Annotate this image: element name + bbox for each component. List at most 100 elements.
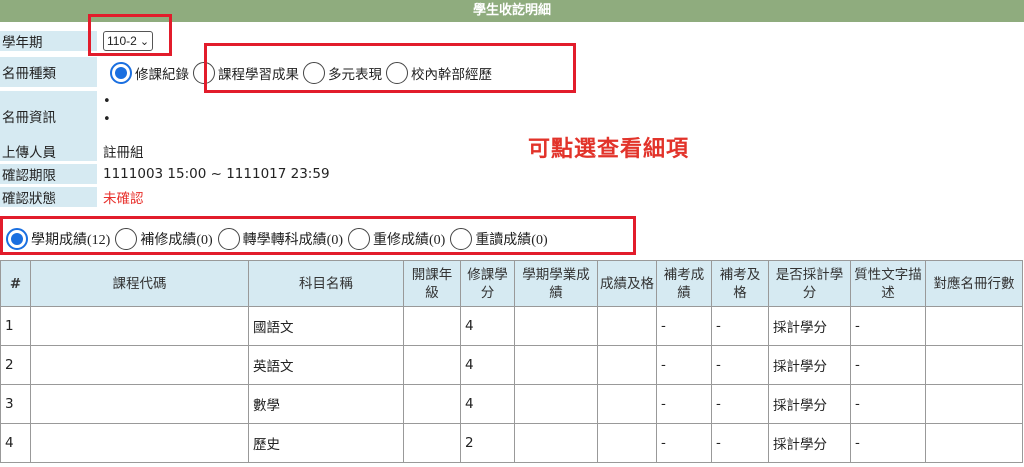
column-header: 學期學業成績 [514,260,598,307]
table-cell [925,306,1023,346]
grade-type-radio-group: 學期成績(12) 補修成績(0) 轉學轉科成績(0) 重修成績(0) 重讀成績(0) [6,227,553,251]
column-header: 補考及格 [711,260,769,307]
radio-button-icon[interactable] [450,228,473,250]
roster-info-bullets: • • [103,93,111,129]
table-cell: 英語文 [248,345,404,385]
column-header: 是否採計學分 [768,260,851,307]
table-cell [925,423,1023,463]
chevron-down-icon: ⌄ [139,35,150,48]
radio-button-icon[interactable] [115,228,138,250]
table-cell: - [656,423,712,463]
table-row: 1 國語文 4- - 採計學分 - [0,306,1023,346]
table-cell [30,306,249,346]
table-cell: 4 [460,384,515,424]
table-cell: - [656,345,712,385]
grade-type-option-label: 重讀成績(0) [475,233,548,248]
roster-info-bullet-1: • [103,94,111,109]
column-header: 課程代碼 [30,260,249,307]
table-cell: 採計學分 [768,306,851,346]
table-row: 2 英語文 4- - 採計學分 - [0,345,1023,385]
grade-type-option-label: 補修成績(0) [140,233,213,248]
table-cell: 3 [0,384,31,424]
grade-type-option-1[interactable]: 補修成績(0) [115,228,213,250]
radio-button-icon[interactable] [110,62,132,84]
radio-button-icon[interactable] [6,228,28,250]
grade-type-option-3[interactable]: 重修成績(0) [347,228,445,250]
radio-button-icon[interactable] [386,62,408,84]
grade-type-option-4[interactable]: 重讀成績(0) [450,228,548,250]
roster-type-option-label: 課程學習成果 [218,67,299,83]
table-cell: - [850,345,926,385]
table-cell: 1 [0,306,31,346]
confirm-status-value: 未確認 [103,191,144,207]
grades-table: # 課程代碼 科目名稱 開課年級 修課學分 學期學業成績 成績及格 補考成績 補考及格 是否採計學… [0,260,1023,463]
grade-type-option-label: 學期成績(12) [31,233,111,248]
column-header: 補考成績 [656,260,712,307]
table-cell: 國語文 [248,306,404,346]
table-cell [597,384,657,424]
table-cell [403,384,461,424]
table-cell [925,345,1023,385]
table-cell: - [656,384,712,424]
table-cell: 4 [460,345,515,385]
grade-type-option-label: 轉學轉科成績(0) [242,233,343,248]
column-header: 成績及格 [597,260,657,307]
table-row: 3 數學 4- - 採計學分 - [0,384,1023,424]
roster-info-bullet-2: • [103,112,111,127]
table-body: 1 國語文 4- - 採計學分 -2 英語文 4- - 採計學分 -3 數學 4- - 採計學分 -4 歷史 2-… [0,306,1023,463]
column-header: 修課學分 [460,260,515,307]
table-cell: - [656,306,712,346]
table-cell [597,306,657,346]
term-label: 學年期 [0,31,97,51]
table-cell: - [711,306,769,346]
radio-button-icon[interactable] [193,62,215,84]
roster-type-option-label: 校內幹部經歷 [411,67,492,83]
table-cell [597,345,657,385]
table-cell: - [850,384,926,424]
roster-type-option-2[interactable]: 多元表現 [303,62,382,84]
table-cell [30,384,249,424]
roster-type-option-1[interactable]: 課程學習成果 [193,62,299,84]
table-cell [514,306,598,346]
table-cell [925,384,1023,424]
roster-info-label: 名冊資訊 [0,91,97,141]
radio-button-icon[interactable] [303,62,325,84]
table-cell: 數學 [248,384,404,424]
column-header: 科目名稱 [248,260,404,307]
roster-type-option-label: 多元表現 [328,67,382,83]
table-cell [514,423,598,463]
table-cell: 歷史 [248,423,404,463]
confirm-status-label: 確認狀態 [0,187,97,207]
term-select[interactable]: 110-2 ⌄ [103,31,154,51]
grade-type-option-0[interactable]: 學期成績(12) [6,228,110,250]
page-title: 學生收訖明細 [0,0,1024,22]
roster-type-option-3[interactable]: 校內幹部經歷 [386,62,492,84]
grade-type-option-2[interactable]: 轉學轉科成績(0) [217,228,343,250]
table-cell [403,306,461,346]
table-cell [597,423,657,463]
table-cell [514,384,598,424]
confirm-period-label: 確認期限 [0,164,97,184]
roster-type-option-0[interactable]: 修課紀錄 [110,62,189,84]
table-cell: - [711,345,769,385]
uploader-value: 註冊組 [103,145,144,161]
table-cell: - [711,384,769,424]
roster-type-radio-group: 修課紀錄 課程學習成果 多元表現 校內幹部經歷 [110,60,496,86]
table-cell: 2 [0,345,31,385]
table-cell [403,345,461,385]
uploader-label: 上傳人員 [0,141,97,161]
column-header: # [0,260,31,307]
confirm-period-value: 1111003 15:00 ~ 1111017 23:59 [103,166,330,182]
table-cell: 4 [0,423,31,463]
annotation-hint: 可點選查看細項 [528,137,690,162]
table-cell: - [850,423,926,463]
radio-button-icon[interactable] [347,228,370,250]
table-row: 4 歷史 2- - 採計學分 - [0,423,1023,463]
radio-button-icon[interactable] [217,228,240,250]
table-cell: 4 [460,306,515,346]
roster-type-label: 名冊種類 [0,57,97,87]
table-cell [403,423,461,463]
table-cell: 採計學分 [768,423,851,463]
table-cell [30,345,249,385]
table-cell: - [850,306,926,346]
